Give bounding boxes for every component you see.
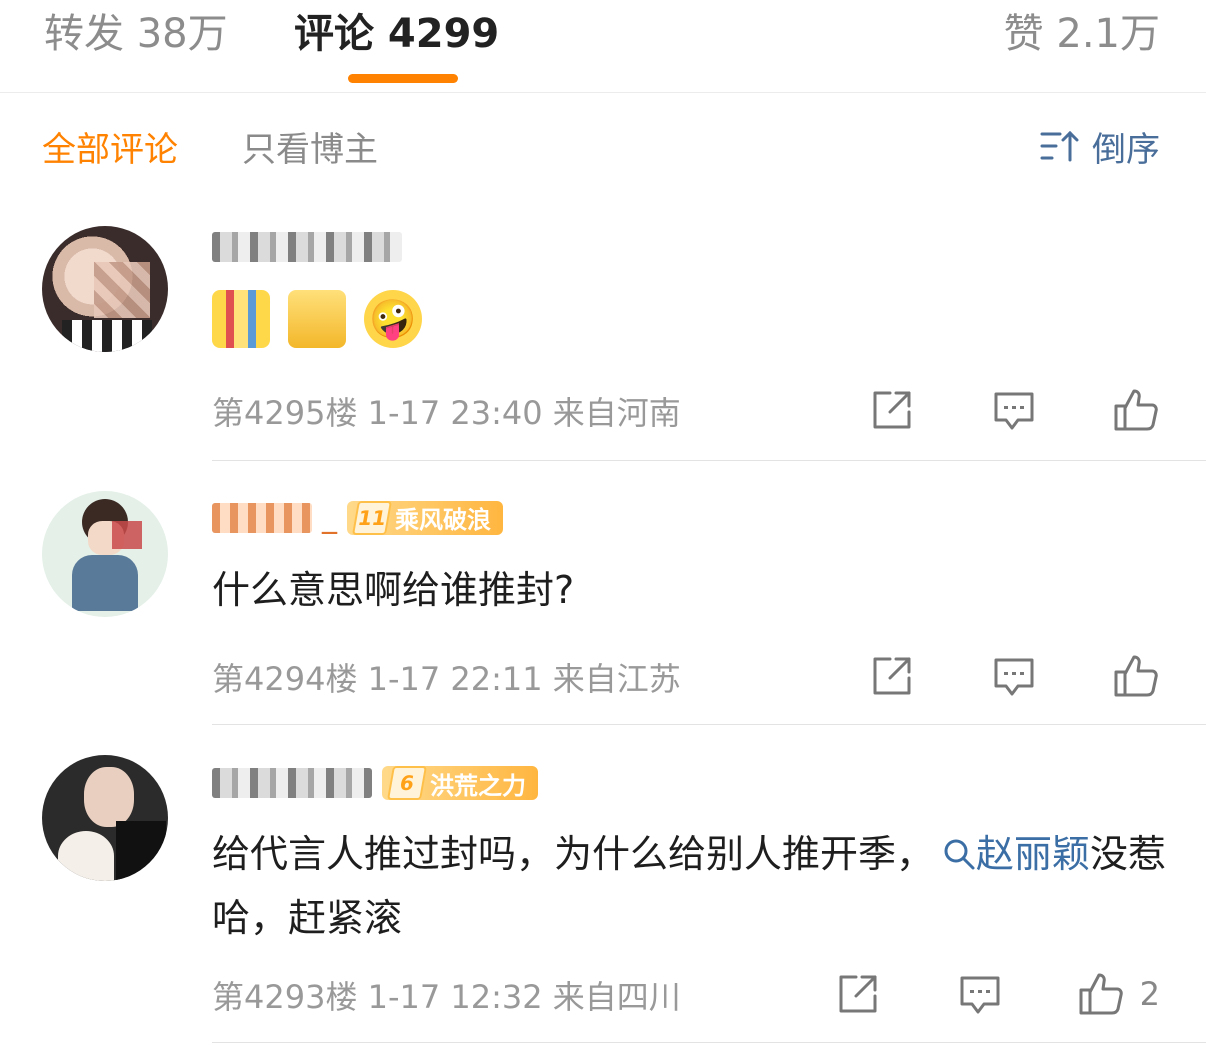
comment-icon xyxy=(960,976,1000,1014)
filter-poster-only[interactable]: 只看博主 xyxy=(242,124,378,170)
emoji-icon: 🤪 xyxy=(364,290,422,348)
badge-level: 6 xyxy=(387,766,427,800)
username[interactable]: 6 洪荒之力 xyxy=(212,766,538,800)
username-tail: _ xyxy=(322,500,337,535)
username-redacted xyxy=(212,232,402,262)
fan-level-badge[interactable]: 6 洪荒之力 xyxy=(382,766,538,800)
comment-divider xyxy=(212,1042,1206,1043)
comment-divider xyxy=(212,724,1206,725)
active-tab-indicator xyxy=(348,74,458,83)
comment-actions xyxy=(794,386,1160,434)
reply-button[interactable] xyxy=(990,386,1038,434)
topic-text: 赵丽颖 xyxy=(976,832,1091,876)
comment-actions: 2 xyxy=(760,970,1160,1018)
comment-text: 给代言人推过封吗，为什么给别人推开季， 赵丽颖没惹哈，赶紧滚 xyxy=(212,822,1172,950)
like-button[interactable]: 2 xyxy=(1078,970,1160,1018)
sort-label: 倒序 xyxy=(1092,129,1160,170)
comment-text: 什么意思啊给谁推封? xyxy=(212,568,575,612)
comment-meta: 第4295楼 1-17 23:40 来自河南 xyxy=(212,394,681,432)
sort-button[interactable]: 倒序 xyxy=(1040,124,1160,170)
like-button[interactable] xyxy=(1112,386,1160,434)
comment-meta: 第4294楼 1-17 22:11 来自江苏 xyxy=(212,660,681,698)
badge-label: 乘风破浪 xyxy=(395,506,491,534)
topic-link[interactable]: 赵丽颖 xyxy=(934,832,1090,876)
repost-button[interactable] xyxy=(868,652,916,700)
avatar[interactable] xyxy=(42,226,168,352)
avatar[interactable] xyxy=(42,755,168,881)
reply-button[interactable] xyxy=(956,970,1004,1018)
repost-button[interactable] xyxy=(868,386,916,434)
thumbs-up-icon xyxy=(1114,655,1158,697)
repost-button[interactable] xyxy=(834,970,882,1018)
thumbs-up-icon xyxy=(1079,973,1123,1015)
thumbs-up-icon xyxy=(1114,389,1158,431)
share-icon xyxy=(839,975,877,1013)
badge-label: 洪荒之力 xyxy=(430,771,526,800)
badge-level: 11 xyxy=(352,500,392,535)
comment-meta: 第4293楼 1-17 12:32 来自四川 xyxy=(212,978,681,1016)
comment-icon xyxy=(994,392,1034,430)
username-redacted xyxy=(212,502,312,533)
like-button[interactable] xyxy=(1112,652,1160,700)
tab-divider xyxy=(0,92,1206,93)
like-count: 2 xyxy=(1139,975,1160,1013)
comment-actions xyxy=(794,652,1160,700)
share-icon xyxy=(873,657,911,695)
sort-icon xyxy=(1040,130,1079,162)
share-icon xyxy=(873,391,911,429)
emoji-icon xyxy=(212,290,270,348)
filter-all-comments[interactable]: 全部评论 xyxy=(42,124,178,170)
username[interactable]: _ 11 乘风破浪 xyxy=(212,500,503,535)
emoji-icon xyxy=(288,290,346,348)
tab-like[interactable]: 赞 2.1万 xyxy=(1004,0,1160,60)
comment-divider xyxy=(212,460,1206,461)
comment-emojis: 🤪 xyxy=(212,290,422,348)
username-redacted xyxy=(212,768,372,798)
reply-button[interactable] xyxy=(990,652,1038,700)
comment-text-start: 给代言人推过封吗，为什么给别人推开季， xyxy=(212,832,935,876)
search-icon xyxy=(944,839,975,870)
comment-icon xyxy=(994,658,1034,696)
avatar[interactable] xyxy=(42,491,168,617)
fan-level-badge[interactable]: 11 乘风破浪 xyxy=(347,500,503,535)
tab-repost[interactable]: 转发 38万 xyxy=(44,0,228,60)
username[interactable] xyxy=(212,232,402,262)
